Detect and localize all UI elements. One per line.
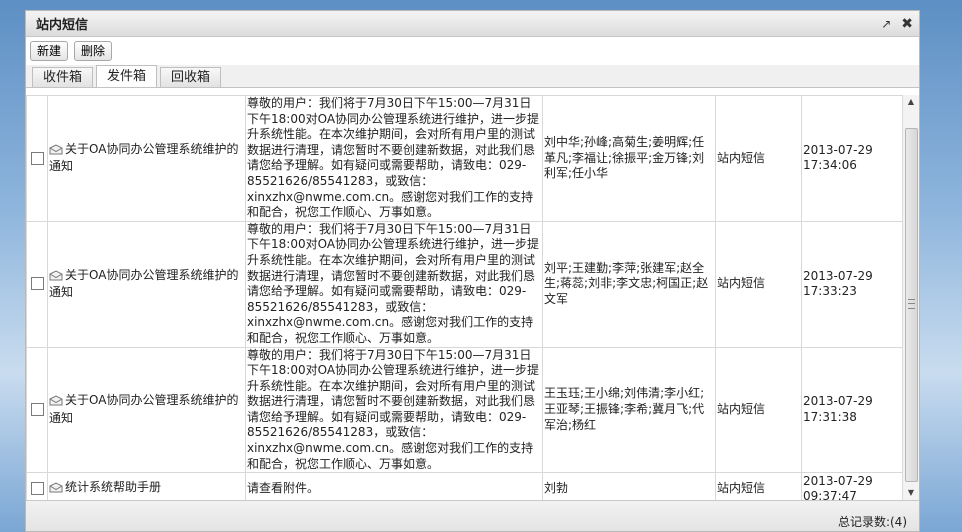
table-row[interactable]: 关于OA协同办公管理系统维护的通知 尊敬的用户：我们将于7月30日下午15:00—…	[26, 346, 905, 474]
date-cell: 2013-07-29 09:37:47	[801, 472, 905, 500]
scrollbar-thumb[interactable]	[905, 128, 918, 482]
table-row[interactable]: 关于OA协同办公管理系统维护的通知 尊敬的用户：我们将于7月30日下午15:00—…	[26, 95, 905, 222]
row-select-cell	[26, 472, 48, 500]
grip-icon	[908, 299, 915, 309]
time-text: 17:34:06	[803, 158, 857, 173]
subject-cell[interactable]: 统计系统帮助手册	[47, 472, 246, 500]
subject-text: 关于OA协同办公管理系统维护的通知	[49, 393, 239, 425]
row-select-cell	[26, 220, 48, 348]
date-text: 2013-07-29	[803, 473, 873, 488]
mail-icon	[49, 269, 63, 286]
mail-icon	[49, 395, 63, 411]
close-icon[interactable]: ✖	[901, 17, 913, 31]
subject-cell[interactable]: 关于OA协同办公管理系统维护的通知	[47, 346, 246, 474]
row-checkbox[interactable]	[30, 482, 44, 496]
row-select-cell	[26, 95, 48, 222]
subject-cell[interactable]: 关于OA协同办公管理系统维护的通知	[47, 95, 246, 222]
table-row[interactable]: 统计系统帮助手册 请查看附件。 刘勃 站内短信 2013-07-29 09:37:47	[26, 472, 905, 500]
subject-text: 关于OA协同办公管理系统维护的通知	[49, 141, 239, 174]
mailbox-tabs: 收件箱 发件箱 回收箱	[26, 65, 919, 88]
time-text: 09:37:47	[803, 489, 857, 500]
grid-footer: 总记录数:(4)	[26, 500, 919, 531]
scroll-down-icon[interactable]: ▼	[903, 486, 919, 500]
row-checkbox[interactable]	[30, 277, 44, 291]
time-text: 17:33:23	[803, 284, 857, 299]
window-actions: ↗ ✖	[881, 17, 913, 31]
subject-text: 关于OA协同办公管理系统维护的通知	[49, 267, 239, 300]
date-cell: 2013-07-29 17:33:23	[801, 220, 905, 348]
message-grid: 关于OA协同办公管理系统维护的通知 尊敬的用户：我们将于7月30日下午15:00—…	[26, 95, 919, 500]
time-text: 17:31:38	[803, 409, 857, 424]
window-title: 站内短信	[36, 18, 89, 33]
window-titlebar: 站内短信 ↗ ✖	[26, 11, 919, 37]
new-button[interactable]: 新建	[30, 41, 69, 61]
date-text: 2013-07-29	[803, 142, 873, 157]
vertical-scrollbar[interactable]: ▲ ▼	[902, 95, 919, 500]
row-checkbox[interactable]	[30, 403, 44, 417]
content-cell: 请查看附件。	[245, 472, 543, 500]
subject-cell[interactable]: 关于OA协同办公管理系统维护的通知	[47, 220, 246, 348]
content-cell: 尊敬的用户：我们将于7月30日下午15:00—7月31日下午18:00对OA协同…	[245, 346, 543, 474]
delete-button[interactable]: 删除	[74, 41, 113, 61]
popout-icon[interactable]: ↗	[881, 18, 891, 30]
scroll-up-icon[interactable]: ▲	[903, 95, 919, 109]
toolbar: 新建 删除	[26, 37, 919, 65]
message-window: 站内短信 ↗ ✖ 新建 删除 收件箱 发件箱 回收箱 关于OA协同办公管理系统维…	[25, 10, 920, 532]
tab-inbox[interactable]: 收件箱	[32, 67, 94, 87]
content-cell: 尊敬的用户：我们将于7月30日下午15:00—7月31日下午18:00对OA协同…	[245, 95, 543, 222]
row-select-cell	[26, 346, 48, 474]
date-cell: 2013-07-29 17:34:06	[801, 95, 905, 222]
date-cell: 2013-07-29 17:31:38	[801, 346, 905, 474]
mail-icon	[49, 144, 63, 160]
table-row[interactable]: 关于OA协同办公管理系统维护的通知 尊敬的用户：我们将于7月30日下午15:00—…	[26, 220, 905, 348]
date-text: 2013-07-29	[803, 394, 873, 409]
date-text: 2013-07-29	[803, 268, 873, 283]
mail-icon	[49, 482, 63, 498]
recipients-cell: 王玉珏;王小绵;刘伟清;李小红;王亚琴;王振锋;李希;冀月飞;代军治;杨红	[542, 346, 716, 474]
total-count: 总记录数:(4)	[837, 515, 907, 529]
type-cell: 站内短信	[715, 472, 802, 500]
tab-sent[interactable]: 发件箱	[96, 65, 158, 87]
recipients-cell: 刘勃	[542, 472, 716, 500]
type-cell: 站内短信	[715, 95, 802, 222]
subject-text: 统计系统帮助手册	[65, 480, 162, 495]
message-table: 关于OA协同办公管理系统维护的通知 尊敬的用户：我们将于7月30日下午15:00—…	[26, 95, 905, 500]
content-cell: 尊敬的用户：我们将于7月30日下午15:00—7月31日下午18:00对OA协同…	[245, 220, 543, 348]
tab-recycle[interactable]: 回收箱	[160, 67, 222, 87]
recipients-cell: 刘平;王建勤;李萍;张建军;赵全生;蒋蕊;刘非;李文忠;柯国正;赵文军	[542, 220, 716, 348]
recipients-cell: 刘中华;孙峰;高菊生;姜明辉;任革凡;李福让;徐振平;金万锋;刘利军;任小华	[542, 95, 716, 222]
type-cell: 站内短信	[715, 346, 802, 474]
type-cell: 站内短信	[715, 220, 802, 348]
row-checkbox[interactable]	[30, 151, 44, 165]
